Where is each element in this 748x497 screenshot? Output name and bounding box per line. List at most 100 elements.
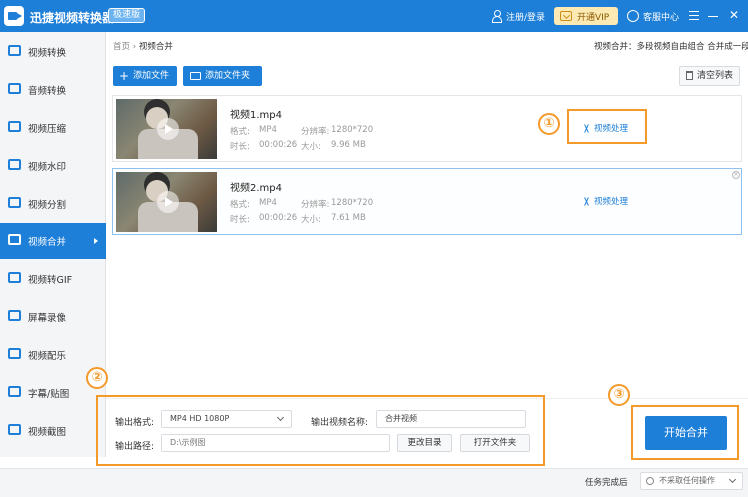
add-file-label: 添加文件 — [133, 71, 170, 81]
folder-icon — [190, 72, 201, 80]
video-convert-icon — [8, 45, 21, 56]
annotation-number-1: ① — [538, 113, 560, 135]
gif-icon — [8, 272, 21, 283]
add-folder-label: 添加文件夹 — [205, 71, 251, 81]
sidebar-item-label: 视频合并 — [28, 237, 67, 248]
sidebar: 视频转换 音频转换 视频压缩 视频水印 视频分割 视频合并 视频转GIF 屏幕录… — [0, 32, 106, 457]
resolution-value: 1280*720 — [331, 198, 374, 208]
plus-icon: + — [119, 69, 130, 83]
resolution-value: 1280*720 — [331, 125, 374, 135]
screenshot-icon — [8, 424, 21, 435]
compress-icon — [8, 121, 21, 132]
sidebar-item-label: 视频配乐 — [28, 351, 67, 362]
sidebar-item-split[interactable]: 视频分割 — [0, 186, 106, 222]
minimize-icon[interactable] — [708, 16, 718, 17]
after-task-label: 任务完成后 — [585, 478, 628, 488]
sidebar-item-video-convert[interactable]: 视频转换 — [0, 34, 106, 70]
sidebar-item-label: 视频截图 — [28, 427, 67, 438]
app-window: 迅捷视频转换器 极速版 注册/登录 开通VIP 客服中心 ✕ 视频转换 音频转换… — [0, 0, 748, 497]
breadcrumb-separator: › — [132, 42, 137, 52]
subtitle-icon — [8, 386, 21, 397]
video-process-label: 视频处理 — [594, 197, 629, 207]
sidebar-item-gif[interactable]: 视频转GIF — [0, 261, 106, 297]
caret-right-icon — [94, 238, 98, 244]
video-thumbnail[interactable] — [116, 99, 217, 159]
split-icon — [8, 197, 21, 208]
status-bar — [0, 468, 748, 497]
breadcrumb-home[interactable]: 首页 — [113, 42, 130, 52]
add-file-button[interactable]: + 添加文件 — [113, 66, 177, 86]
annotation-number-2: ② — [86, 367, 108, 389]
remove-file-icon[interactable]: × — [732, 171, 740, 179]
breadcrumb: 首页 › 视频合并 — [113, 40, 173, 52]
customer-service-icon[interactable] — [627, 10, 639, 22]
sidebar-item-label: 屏幕录像 — [28, 313, 67, 324]
play-icon[interactable] — [157, 191, 179, 213]
prohibited-icon — [646, 477, 654, 485]
sidebar-item-label: 音频转换 — [28, 86, 67, 97]
sidebar-item-label: 视频水印 — [28, 162, 67, 173]
duration-value: 00:00:26 — [259, 213, 298, 223]
sidebar-item-screen-record[interactable]: 屏幕录像 — [0, 299, 106, 335]
sidebar-item-label: 视频分割 — [28, 200, 67, 211]
video-process-button[interactable]: 视频处理 — [583, 195, 628, 207]
app-name: 迅捷视频转换器 — [30, 11, 115, 25]
format-value: MP4 — [259, 198, 277, 208]
music-icon — [8, 348, 21, 359]
file-card[interactable]: 视频2.mp4 格式: MP4 分辨率: 1280*720 时长: 00:00:… — [112, 168, 742, 235]
merge-icon — [8, 234, 21, 245]
size-key: 大小: — [301, 215, 321, 225]
edition-badge: 极速版 — [108, 8, 146, 23]
scissors-icon — [583, 197, 591, 205]
file-name: 视频2.mp4 — [230, 183, 282, 194]
sidebar-item-label: 视频转换 — [28, 48, 67, 59]
feature-hint: 视频合并：多段视频自由组合 合并成一段 — [594, 42, 748, 52]
sidebar-item-label: 视频压缩 — [28, 124, 67, 135]
record-icon — [8, 310, 21, 321]
menu-icon[interactable] — [689, 11, 699, 20]
sidebar-item-video-compress[interactable]: 视频压缩 — [0, 110, 106, 146]
sidebar-item-watermark[interactable]: 视频水印 — [0, 148, 106, 184]
audio-convert-icon — [8, 83, 21, 94]
highlight-box-start — [631, 405, 739, 460]
app-logo-icon — [4, 6, 24, 26]
sidebar-item-screenshot[interactable]: 视频截图 — [0, 413, 106, 449]
sidebar-item-label: 字幕/贴图 — [28, 389, 70, 400]
size-value: 7.61 MB — [331, 213, 366, 223]
sidebar-item-label: 视频转GIF — [28, 275, 73, 286]
format-key: 格式: — [230, 200, 250, 210]
trash-icon — [686, 71, 693, 80]
watermark-icon — [8, 159, 21, 170]
play-icon[interactable] — [157, 118, 179, 140]
breadcrumb-current: 视频合并 — [138, 42, 173, 52]
file-name: 视频1.mp4 — [230, 110, 282, 121]
file-card[interactable]: 视频1.mp4 格式: MP4 分辨率: 1280*720 时长: 00:00:… — [112, 95, 742, 162]
clear-list-button[interactable]: 清空列表 — [679, 66, 740, 86]
duration-value: 00:00:26 — [259, 140, 298, 150]
sidebar-item-music[interactable]: 视频配乐 — [0, 337, 106, 373]
user-icon[interactable] — [491, 10, 502, 23]
sidebar-item-audio-convert[interactable]: 音频转换 — [0, 72, 106, 108]
after-task-value: 不采取任何操作 — [659, 476, 715, 485]
customer-service-link[interactable]: 客服中心 — [643, 10, 679, 23]
vip-button[interactable]: 开通VIP — [554, 7, 618, 25]
highlight-box-process — [567, 109, 647, 144]
highlight-box-output — [96, 395, 545, 466]
size-value: 9.96 MB — [331, 140, 366, 150]
login-link[interactable]: 注册/登录 — [506, 10, 545, 23]
close-icon[interactable]: ✕ — [727, 8, 741, 22]
title-bar: 迅捷视频转换器 极速版 注册/登录 开通VIP 客服中心 ✕ — [0, 0, 748, 32]
sidebar-item-merge[interactable]: 视频合并 — [0, 223, 106, 259]
size-key: 大小: — [301, 142, 321, 152]
after-task-select[interactable]: 不采取任何操作 — [640, 472, 743, 490]
format-value: MP4 — [259, 125, 277, 135]
crown-icon — [560, 11, 572, 21]
duration-key: 时长: — [230, 215, 250, 225]
annotation-number-3: ③ — [608, 384, 630, 406]
resolution-key: 分辨率: — [301, 127, 330, 137]
video-thumbnail[interactable] — [116, 172, 217, 232]
format-key: 格式: — [230, 127, 250, 137]
duration-key: 时长: — [230, 142, 250, 152]
add-folder-button[interactable]: 添加文件夹 — [183, 66, 262, 86]
resolution-key: 分辨率: — [301, 200, 330, 210]
